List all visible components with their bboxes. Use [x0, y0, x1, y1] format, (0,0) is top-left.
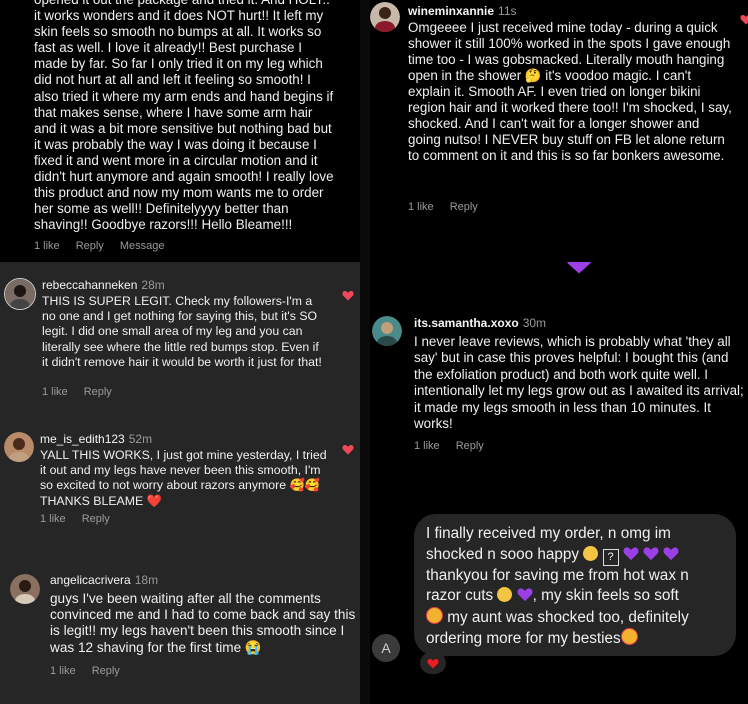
pleading-face-emoji-icon	[583, 545, 599, 561]
like-count[interactable]: 1 like	[414, 440, 440, 452]
username[interactable]: its.samantha.xoxo	[414, 316, 519, 330]
message-fragment: ordering more for my besties	[426, 630, 621, 647]
timestamp: 30m	[522, 316, 547, 330]
svg-text:A: A	[381, 640, 391, 656]
purple-heart-icon	[623, 546, 639, 560]
message-fragment: , my skin feels so soft	[532, 587, 679, 604]
comment-header: rebeccahanneken 28m	[42, 278, 165, 292]
message-text: I finally received my order, n omg im sh…	[426, 524, 736, 650]
comment-actions: 1 like Reply	[414, 440, 484, 452]
comment-actions: 1 like Reply	[42, 386, 112, 398]
like-heart-icon[interactable]	[740, 14, 748, 25]
purple-heart-icon	[643, 546, 659, 560]
username[interactable]: angelicacrivera	[50, 573, 131, 587]
like-heart-icon[interactable]	[342, 290, 354, 301]
reply-button[interactable]: Reply	[456, 440, 484, 452]
smiling-face-hearts-emoji-icon	[426, 606, 443, 624]
comment-header: me_is_edith123 52m	[40, 432, 152, 446]
purple-heart-icon	[663, 546, 679, 560]
message-line: shocked n sooo happy ?	[426, 545, 736, 566]
smiling-face-hearts-emoji-icon	[620, 628, 638, 645]
avatar[interactable]	[370, 2, 400, 32]
like-count[interactable]: 1 like	[50, 665, 76, 677]
comment-panel-top-left: opened it out the package and tried it. …	[0, 0, 360, 262]
comment-actions: 1 like Reply	[408, 201, 478, 213]
message-line: I finally received my order, n omg im	[426, 525, 671, 542]
comment-panel-bottom-left: rebeccahanneken 28m THIS IS SUPER LEGIT. …	[0, 262, 360, 704]
reply-button[interactable]: Reply	[450, 201, 478, 213]
comment-actions: 1 like Reply	[50, 665, 120, 677]
message-line: razor cuts , my skin feels so soft	[426, 586, 736, 607]
avatar[interactable]	[4, 278, 36, 310]
pleading-face-emoji-icon	[497, 587, 513, 602]
username[interactable]: me_is_edith123	[40, 432, 125, 446]
comment-text: opened it out the package and tried it. …	[34, 0, 334, 233]
purple-heart-icon	[517, 588, 533, 602]
reply-button[interactable]: Reply	[84, 386, 112, 398]
like-count[interactable]: 1 like	[40, 513, 66, 525]
comment-text: YALL THIS WORKS, I just got mine yesterd…	[40, 448, 327, 508]
message-fragment: razor cuts	[426, 587, 494, 604]
reply-button[interactable]: Reply	[92, 665, 120, 677]
reply-button[interactable]: Reply	[76, 240, 104, 252]
panel-divider	[360, 0, 370, 704]
like-count[interactable]: 1 like	[42, 386, 68, 398]
comment-text: THIS IS SUPER LEGIT. Check my followers-…	[42, 294, 322, 369]
comment-actions: 1 like Reply Message	[34, 240, 164, 252]
username[interactable]: wineminxannie	[408, 4, 494, 18]
like-count[interactable]: 1 like	[408, 201, 434, 213]
timestamp: 28m	[141, 278, 165, 292]
timestamp: 18m	[134, 573, 159, 587]
comment-actions: 1 like Reply	[40, 513, 110, 525]
like-count[interactable]: 1 like	[34, 240, 60, 252]
username[interactable]: rebeccahanneken	[42, 278, 137, 292]
timestamp: 11s	[498, 4, 517, 18]
unknown-glyph-icon: ?	[602, 548, 619, 566]
avatar[interactable]	[372, 316, 402, 346]
message-button[interactable]: Message	[120, 240, 165, 252]
comment-text: I never leave reviews, which is probably…	[414, 334, 744, 432]
like-heart-icon[interactable]	[342, 444, 354, 455]
comment-text: Omgeeee I just received mine today - dur…	[408, 20, 732, 163]
reply-button[interactable]: Reply	[82, 513, 110, 525]
red-heart-icon	[427, 658, 439, 669]
comment-header: wineminxannie 11s	[408, 4, 517, 18]
comment-header: angelicacrivera 18m	[50, 573, 158, 587]
avatar[interactable]	[4, 432, 34, 462]
message-line: my aunt was shocked too, definitely	[426, 606, 736, 629]
timestamp: 52m	[128, 432, 153, 446]
avatar[interactable]	[10, 574, 40, 604]
comment-header: its.samantha.xoxo 30m	[414, 316, 546, 330]
message-fragment: shocked n sooo happy	[426, 545, 580, 563]
message-fragment: my aunt was shocked too, definitely	[443, 608, 689, 626]
purple-heart-icon	[567, 262, 591, 274]
message-line: thankyou for saving me from hot wax n	[426, 566, 689, 584]
sender-avatar[interactable]: A	[372, 634, 400, 662]
comment-panel-top-right: wineminxannie 11s Omgeeee I just received…	[370, 0, 748, 262]
message-line: ordering more for my besties	[426, 628, 736, 650]
comment-text: guys I've been waiting after all the com…	[50, 591, 356, 655]
message-bubble[interactable]: I finally received my order, n omg im sh…	[414, 514, 736, 656]
